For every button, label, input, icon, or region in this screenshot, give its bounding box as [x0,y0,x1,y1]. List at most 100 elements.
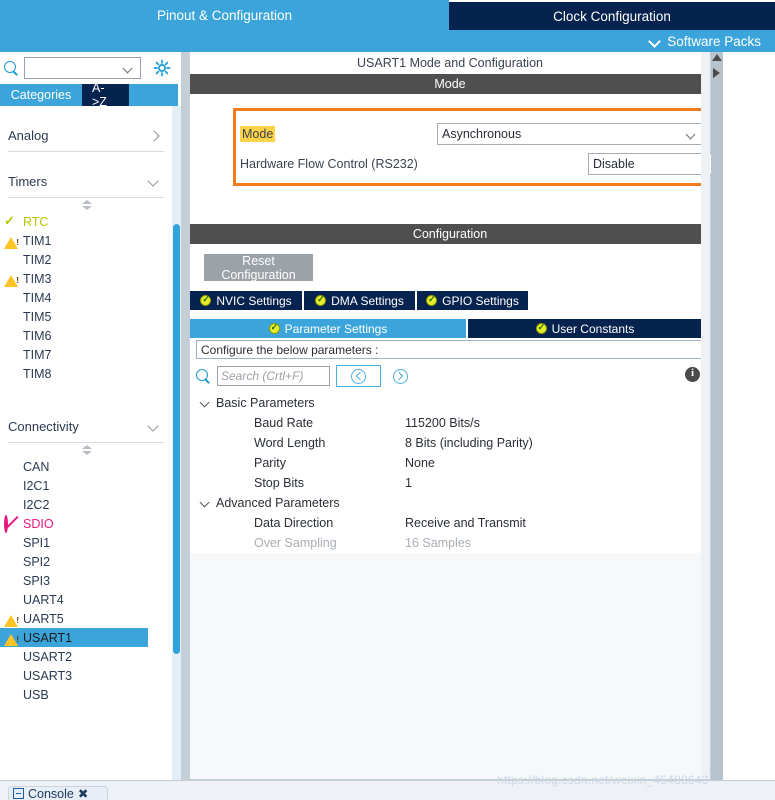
warning-icon [4,273,19,287]
blocked-icon [4,514,18,533]
sidebar-search-input[interactable] [24,57,141,79]
sidebar-item-spi1[interactable]: SPI1 [0,533,172,552]
tab-user-constants[interactable]: User Constants [468,319,704,338]
chevron-right-circle-icon [392,368,408,384]
tab-parameter-settings[interactable]: Parameter Settings [190,319,468,338]
chevron-left-circle-icon [351,368,366,384]
sidebar-group-timers[interactable]: Timers [8,166,164,198]
main-scrollbar-track[interactable] [701,52,710,778]
tab-label: Parameter Settings [284,321,388,336]
chevron-right-icon [148,130,160,142]
tab-dma-settings[interactable]: DMA Settings [304,291,417,310]
tab-nvic-settings[interactable]: NVIC Settings [190,291,304,310]
sidebar-item-label: USART3 [23,668,73,683]
sidebar-item-usart3[interactable]: USART3 [0,666,172,685]
tab-a-to-z[interactable]: A->Z [82,81,129,109]
chevron-down-icon [200,398,211,409]
sidebar-splitter[interactable] [181,52,189,780]
no-status-icon [4,574,18,588]
sidebar-item-tim6[interactable]: TIM6 [0,326,172,345]
bottom-dock [0,780,775,800]
sidebar-item-can[interactable]: CAN [0,457,172,476]
table-row[interactable]: Over Sampling 16 Samples [190,533,710,553]
sidebar-item-label: I2C1 [23,478,50,493]
no-status-icon [4,460,18,474]
sidebar-item-usart1[interactable]: USART1 [0,628,148,647]
sidebar-item-rtc[interactable]: RTC [0,212,172,231]
parameter-group-advanced-parameters[interactable]: Advanced Parameters [190,493,710,513]
parameter-toolbar: Search (Crtl+F) [196,363,704,389]
sidebar-view-tabs: Categories A->Z [0,81,178,109]
sidebar-item-label: TIM2 [23,252,52,267]
console-tab-label: Console [28,786,74,800]
expand-right-icon[interactable] [713,68,720,78]
console-tab[interactable]: Console ✖ [8,786,108,800]
warning-icon [4,235,19,249]
parameter-name: Baud Rate [254,416,314,430]
parameter-next-button[interactable] [387,365,413,387]
tab-pinout-configuration[interactable]: Pinout & Configuration [0,0,449,30]
connectivity-scroll-grip[interactable] [0,443,172,457]
sidebar: Categories A->Z Analog Timers RTCTIM [0,52,181,780]
chevron-down-icon [649,35,661,47]
mode-dropdown-value: Asynchronous [442,127,522,141]
tab-clock-configuration[interactable]: Clock Configuration [449,0,775,30]
sidebar-item-tim1[interactable]: TIM1 [0,231,172,250]
parameter-prev-button[interactable] [336,365,381,387]
table-row[interactable]: Stop Bits 1 [190,473,710,493]
sidebar-item-spi2[interactable]: SPI2 [0,552,172,571]
parameter-table: Basic Parameters Baud Rate 115200 Bits/s Wo… [190,393,710,553]
sidebar-item-sdio[interactable]: SDIO [0,514,172,533]
right-splitter[interactable] [711,52,723,780]
tab-categories-label: Categories [10,88,72,102]
tab-clock-label: Clock Configuration [553,8,671,24]
sidebar-item-tim5[interactable]: TIM5 [0,307,172,326]
software-packs-menu[interactable]: Software Packs [649,30,761,52]
connectivity-items: CAN I2C1 I2C2 SDIO SPI1 SPI2 SPI3 UART4 UART5 USA… [0,457,172,704]
sidebar-item-tim8[interactable]: TIM8 [0,364,172,383]
mode-dropdown[interactable]: Asynchronous [437,123,705,145]
sidebar-item-tim7[interactable]: TIM7 [0,345,172,364]
parameter-group-label: Advanced Parameters [216,496,340,510]
parameter-name: Word Length [254,436,326,450]
sidebar-item-label: I2C2 [23,497,50,512]
sidebar-item-label: UART5 [23,611,64,626]
check-circle-icon [200,294,212,306]
sidebar-item-label: SDIO [23,516,54,531]
sidebar-item-spi3[interactable]: SPI3 [0,571,172,590]
sidebar-item-label: TIM7 [23,347,52,362]
reset-configuration-button[interactable]: Reset Configuration [204,254,313,282]
parameter-group-basic-parameters[interactable]: Basic Parameters [190,393,710,413]
sidebar-item-tim2[interactable]: TIM2 [0,250,172,269]
panel-collapse-controls[interactable] [711,52,723,86]
parameter-name: Over Sampling [254,536,337,550]
sidebar-item-usart2[interactable]: USART2 [0,647,172,666]
tab-gpio-settings[interactable]: GPIO Settings [417,291,530,310]
mode-row-mode: Mode [240,123,276,145]
collapse-up-icon[interactable] [712,54,722,61]
sidebar-scrollbar-thumb[interactable] [173,224,180,654]
parameter-search-input[interactable]: Search (Crtl+F) [217,366,330,386]
mode-section-header-label: Mode [434,77,466,91]
table-row[interactable]: Parity None [190,453,710,473]
table-row[interactable]: Word Length 8 Bits (including Parity) [190,433,710,453]
group-gap-3 [0,397,172,411]
info-icon[interactable] [685,367,700,382]
console-close-icon[interactable]: ✖ [78,787,88,800]
table-row[interactable]: Data Direction Receive and Transmit [190,513,710,533]
sidebar-group-analog[interactable]: Analog [8,120,164,152]
sidebar-item-i2c2[interactable]: I2C2 [0,495,172,514]
table-row[interactable]: Baud Rate 115200 Bits/s [190,413,710,433]
sidebar-item-label: USART2 [23,649,73,664]
gear-icon[interactable] [152,58,172,78]
timers-scroll-grip[interactable] [0,198,172,212]
sidebar-item-usb[interactable]: USB [0,685,172,704]
sidebar-item-uart5[interactable]: UART5 [0,609,172,628]
sidebar-item-tim3[interactable]: TIM3 [0,269,172,288]
sidebar-group-connectivity[interactable]: Connectivity [8,411,164,443]
sidebar-item-i2c1[interactable]: I2C1 [0,476,172,495]
sidebar-item-tim4[interactable]: TIM4 [0,288,172,307]
sidebar-item-uart4[interactable]: UART4 [0,590,172,609]
tab-categories[interactable]: Categories [0,84,82,106]
sidebar-item-label: RTC [23,214,49,229]
